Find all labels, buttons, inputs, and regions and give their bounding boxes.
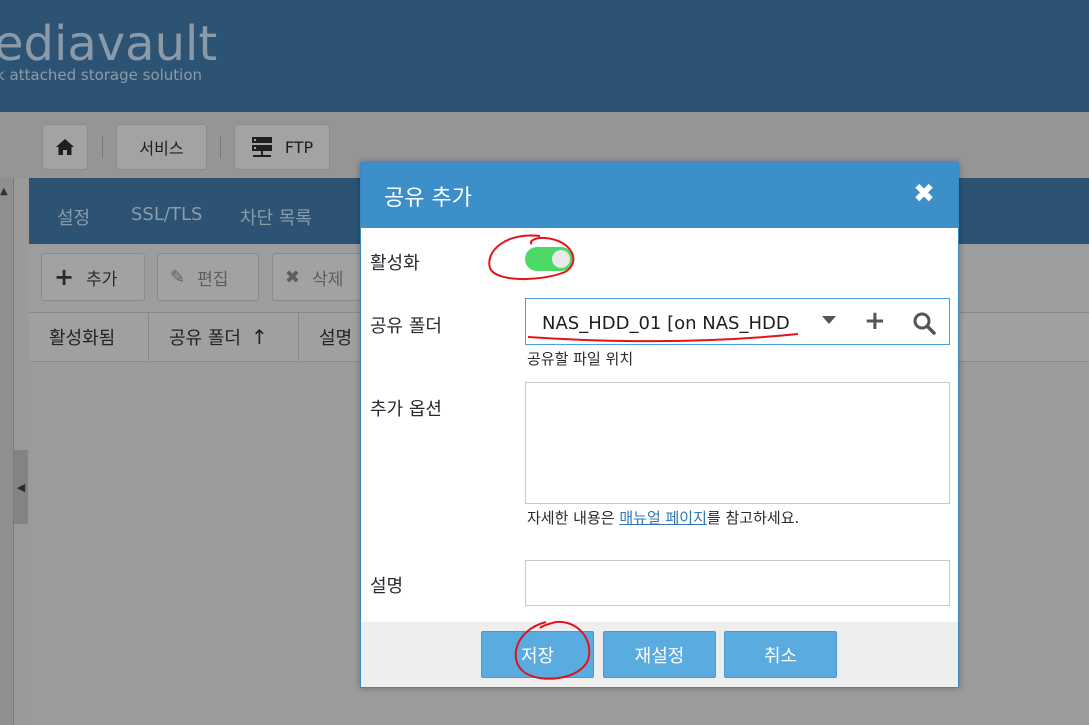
dialog-footer: 저장 재설정 취소 <box>361 622 958 687</box>
delete-button-label: 삭제 <box>312 269 344 290</box>
plus-icon: + <box>54 263 75 291</box>
breadcrumb-service-label: 서비스 <box>139 139 184 158</box>
description-field[interactable] <box>525 560 950 606</box>
add-share-dialog: 공유 추가 ✖ 활성화 공유 폴더 NAS_HDD_01 [on NAS_HDD… <box>360 162 959 688</box>
hint-prefix: 자세한 내용은 <box>527 509 620 527</box>
cancel-button[interactable]: 취소 <box>724 631 837 678</box>
tab-ssl-tls[interactable]: SSL/TLS <box>131 204 202 225</box>
edit-button-label: 편집 <box>197 269 229 290</box>
column-shared-folder[interactable]: 공유 폴더 ↑ <box>149 313 299 361</box>
collapse-sidebar-handle[interactable]: ◀ <box>14 450 28 524</box>
close-icon[interactable]: ✖ <box>911 181 937 207</box>
search-icon[interactable] <box>912 311 936 335</box>
server-icon <box>251 137 272 157</box>
breadcrumb-divider <box>102 136 103 158</box>
description-label: 설명 <box>370 576 404 597</box>
extra-options-textarea[interactable] <box>525 382 950 504</box>
column-enabled[interactable]: 활성화됨 <box>29 313 149 361</box>
chevron-down-icon[interactable] <box>822 316 836 324</box>
dialog-title: 공유 추가 <box>384 186 472 211</box>
edit-button[interactable]: ✎ 편집 <box>157 253 259 301</box>
logo-subtext: k attached storage solution <box>0 66 203 84</box>
manual-page-link[interactable]: 매뉴얼 페이지 <box>619 509 707 527</box>
enable-toggle[interactable] <box>525 247 573 271</box>
chevron-left-icon: ◀ <box>16 480 26 494</box>
shared-folder-label: 공유 폴더 <box>370 316 442 337</box>
extra-options-label: 추가 옵션 <box>370 399 442 420</box>
toggle-knob <box>552 250 570 268</box>
app-header: ediavault k attached storage solution <box>0 0 1089 112</box>
home-icon <box>56 139 74 155</box>
shared-folder-hint: 공유할 파일 위치 <box>527 350 634 368</box>
save-button[interactable]: 저장 <box>481 631 594 678</box>
scroll-up-arrow-icon[interactable]: ▲ <box>0 186 8 197</box>
breadcrumb-ftp[interactable]: FTP <box>234 124 330 170</box>
shared-folder-select[interactable]: NAS_HDD_01 [on NAS_HDD + <box>525 298 950 345</box>
enable-label: 활성화 <box>370 253 420 274</box>
breadcrumb-ftp-label: FTP <box>284 137 314 157</box>
left-scroll-strip <box>0 178 14 725</box>
tab-settings[interactable]: 설정 <box>57 204 90 230</box>
column-shared-folder-label: 공유 폴더 <box>169 328 241 349</box>
logo-text: ediavault <box>0 16 218 72</box>
breadcrumb-home[interactable] <box>42 124 88 170</box>
add-button-label: 추가 <box>86 269 118 290</box>
close-x-icon: ✖ <box>285 266 301 288</box>
tab-blocklist[interactable]: 차단 목록 <box>240 204 312 230</box>
extra-options-hint: 자세한 내용은 매뉴얼 페이지를 참고하세요. <box>527 507 799 528</box>
dialog-header: 공유 추가 ✖ <box>361 163 958 228</box>
hint-suffix: 를 참고하세요. <box>706 509 800 527</box>
pencil-icon: ✎ <box>170 266 186 288</box>
delete-button[interactable]: ✖ 삭제 <box>272 253 372 301</box>
shared-folder-value: NAS_HDD_01 [on NAS_HDD <box>542 313 790 334</box>
breadcrumb-divider <box>220 136 221 158</box>
reset-button[interactable]: 재설정 <box>603 631 716 678</box>
add-folder-icon[interactable]: + <box>864 308 886 334</box>
sort-ascending-icon: ↑ <box>250 325 268 349</box>
breadcrumb-service[interactable]: 서비스 <box>116 124 207 170</box>
add-button[interactable]: + 추가 <box>41 253 145 301</box>
